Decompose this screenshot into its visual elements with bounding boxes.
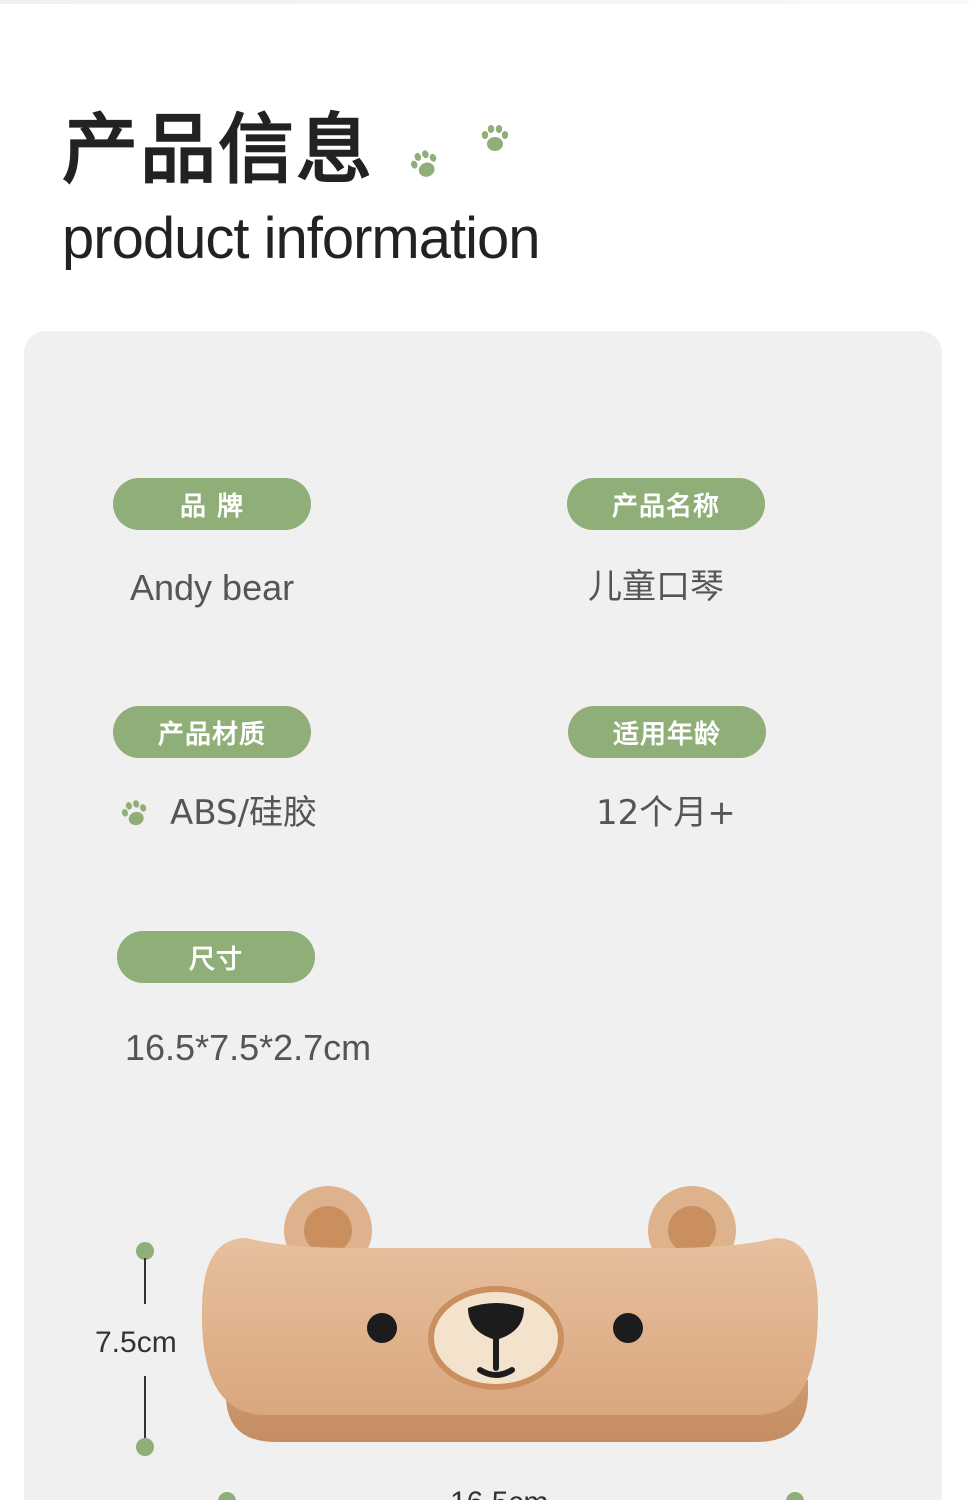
age-label: 适用年龄 — [568, 706, 766, 758]
dimension-line — [144, 1258, 146, 1304]
material-label: 产品材质 — [113, 706, 311, 758]
dimension-dot — [136, 1438, 154, 1456]
brand-value: Andy bear — [130, 567, 295, 608]
height-dimension-label: 7.5cm — [95, 1326, 177, 1359]
size-label: 尺寸 — [117, 931, 315, 983]
paw-icon — [118, 798, 152, 830]
age-value: 12个月+ — [596, 793, 736, 833]
paw-icon — [478, 122, 512, 156]
brand-label: 品 牌 — [113, 478, 311, 530]
material-value: ABS/硅胶 — [170, 793, 318, 833]
paw-icon — [408, 148, 442, 182]
bear-harmonica-image — [196, 1180, 826, 1464]
dimension-line — [144, 1376, 146, 1438]
top-strip — [0, 0, 969, 4]
product-name-value: 儿童口琴 — [588, 567, 724, 607]
width-dimension-label: 16.5cm — [450, 1488, 548, 1500]
size-value: 16.5*7.5*2.7cm — [125, 1027, 372, 1068]
page-title: 产品信息 — [62, 105, 374, 194]
product-name-label: 产品名称 — [567, 478, 765, 530]
page-subtitle: product information — [62, 206, 540, 271]
